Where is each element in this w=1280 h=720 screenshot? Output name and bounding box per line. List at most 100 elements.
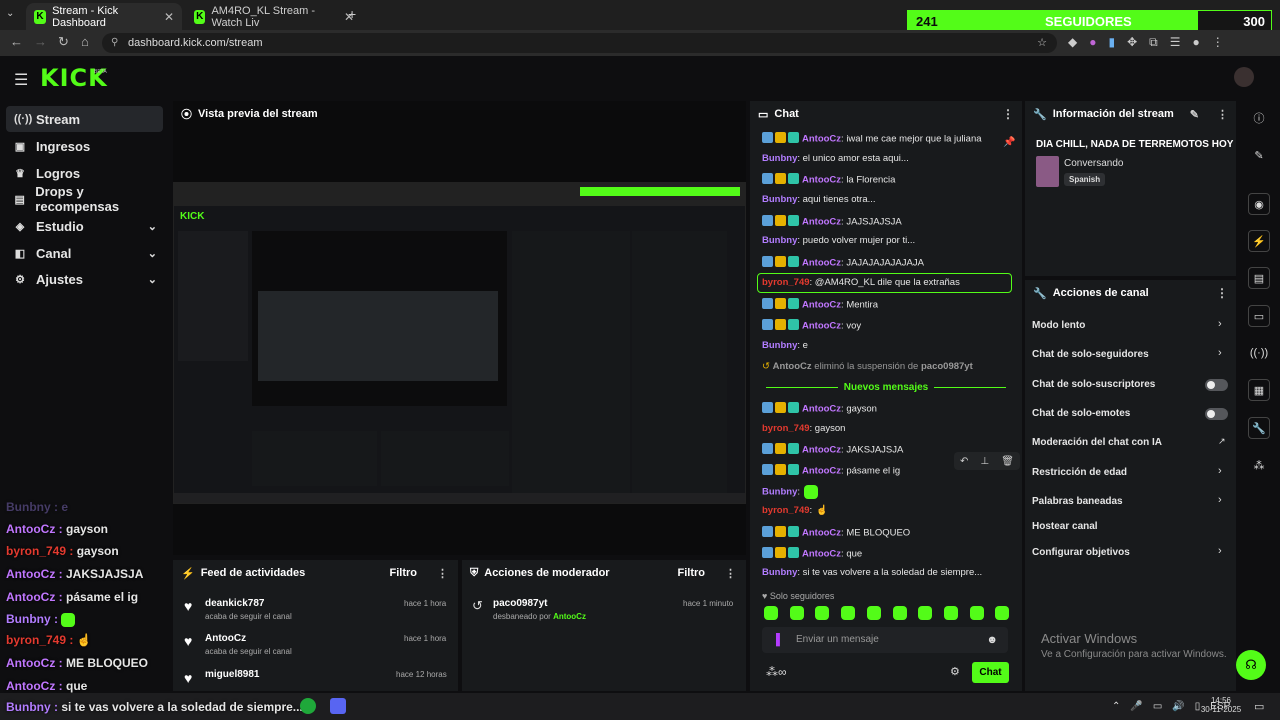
delete-icon[interactable]: 🗑	[1001, 456, 1014, 467]
chat-message[interactable]: AntooCz: la Florencia	[762, 173, 895, 187]
microphone-icon[interactable]: 🎤	[1130, 701, 1142, 712]
channel-action-item[interactable]: Moderación del chat con IA	[1032, 437, 1162, 448]
close-icon[interactable]: ✕	[164, 10, 174, 24]
chat-message[interactable]: Bunbny: e	[762, 340, 808, 351]
community-icon[interactable]: ⁂∞	[766, 665, 787, 679]
emote-icon[interactable]	[815, 606, 830, 620]
more-icon[interactable]: ⋮	[1216, 286, 1228, 300]
chat-username[interactable]: AntooCz	[802, 466, 841, 477]
chat-username[interactable]: AntooCz	[802, 445, 841, 456]
chat-username[interactable]: AntooCz	[802, 175, 841, 186]
community-icon[interactable]: ⁂	[1248, 454, 1270, 476]
chat-message[interactable]: Bunbny: puedo volver mujer por ti...	[762, 235, 915, 246]
pin-icon[interactable]: 📌	[1003, 137, 1015, 148]
chat-message[interactable]: AntooCz: iwal me cae mejor que la julian…	[762, 132, 982, 146]
chat-message[interactable]: Bunbny: aqui tienes otra...	[762, 194, 876, 205]
chat-username[interactable]: byron_749	[762, 277, 810, 288]
notifications-icon[interactable]: ▭	[1254, 700, 1264, 713]
chat-message[interactable]: Bunbny: el unico amor esta aqui...	[762, 153, 909, 164]
toggle-switch[interactable]	[1205, 408, 1228, 420]
sidebar-item-stream[interactable]: ((·)) Stream	[6, 106, 163, 132]
emote-icon[interactable]	[789, 606, 804, 620]
mod-item-name[interactable]: paco0987yt	[493, 598, 547, 609]
emote-icon[interactable]	[892, 606, 907, 620]
emoji-icon[interactable]: ☻	[986, 627, 998, 653]
forward-icon[interactable]: →	[34, 34, 47, 49]
whatsapp-icon[interactable]	[300, 698, 316, 714]
channel-action-item[interactable]: Modo lento	[1032, 320, 1085, 331]
microphone-icon[interactable]: ▌	[776, 627, 784, 653]
feed-item-name[interactable]: miguel8981	[205, 669, 259, 680]
chevron-right-icon[interactable]: ›	[1218, 494, 1222, 506]
lightning-icon[interactable]: ⚡	[1248, 230, 1270, 252]
mod-filter-button[interactable]: Filtro	[678, 567, 706, 579]
chat-username[interactable]: AntooCz	[802, 217, 841, 228]
more-icon[interactable]: ⋮	[725, 567, 736, 580]
chat-username[interactable]: Bunbny	[762, 567, 797, 578]
feed-item-name[interactable]: deankick787	[205, 598, 265, 609]
emote-icon[interactable]	[995, 606, 1010, 620]
channel-action-item[interactable]: Chat de solo-emotes	[1032, 408, 1130, 419]
edit-pencil-icon[interactable]: ✎	[1190, 108, 1199, 121]
chat-message[interactable]: byron_749: ☝	[762, 505, 828, 516]
sidebar-item-drops[interactable]: ▤ Drops y recompensas	[6, 184, 163, 214]
chat-username[interactable]: Bunbny	[762, 153, 797, 164]
chat-username[interactable]: byron_749	[762, 423, 810, 434]
chat-message[interactable]: Bunbny: si te vas volvere a la soledad d…	[762, 567, 982, 578]
more-icon[interactable]: ⋮	[1212, 35, 1224, 50]
feed-item-name[interactable]: AntooCz	[205, 633, 246, 644]
back-icon[interactable]: ←	[10, 34, 23, 49]
edit-pencil-icon[interactable]: ✎	[1248, 144, 1270, 166]
menu-list-icon[interactable]: ☰	[1170, 35, 1181, 50]
chat-message[interactable]: AntooCz: pásame el ig	[762, 464, 900, 478]
clip-icon[interactable]: ◉	[1248, 193, 1270, 215]
wrench-icon[interactable]: 🔧	[1248, 417, 1270, 439]
hamburger-menu-icon[interactable]: ☰	[14, 70, 28, 90]
chevron-right-icon[interactable]: ›	[1218, 545, 1222, 557]
channel-action-item[interactable]: Chat de solo-seguidores	[1032, 349, 1149, 360]
chat-username[interactable]: AntooCz	[802, 404, 841, 415]
emote-icon[interactable]	[918, 606, 933, 620]
tab-dashboard[interactable]: K Stream - Kick Dashboard ✕	[26, 3, 182, 30]
chat-username[interactable]: AntooCz	[802, 258, 841, 269]
emote-icon[interactable]	[841, 606, 856, 620]
chat-username[interactable]: AntooCz	[802, 321, 841, 332]
site-info-icon[interactable]: ⚲	[111, 33, 118, 53]
reply-icon[interactable]: ↶	[960, 456, 968, 467]
more-icon[interactable]: ⋮	[437, 567, 448, 580]
chat-message[interactable]: AntooCz: gayson	[762, 402, 877, 416]
document-icon[interactable]: ▤	[1248, 267, 1270, 289]
external-link-icon[interactable]: ↗	[1218, 436, 1226, 447]
channel-action-item[interactable]: Configurar objetivos	[1032, 547, 1130, 558]
channel-action-item[interactable]: Hostear canal	[1032, 521, 1098, 532]
chat-message[interactable]: AntooCz: JAKSJAJSJA	[762, 443, 903, 457]
clock[interactable]: 14:56 30-11-2025	[1200, 696, 1242, 714]
channel-action-item[interactable]: Restricción de edad	[1032, 467, 1127, 478]
toggle-switch[interactable]	[1205, 379, 1228, 391]
translate-icon[interactable]: ⧉	[1149, 35, 1158, 50]
address-bar[interactable]: ⚲ dashboard.kick.com/stream ☆	[102, 33, 1057, 53]
volume-icon[interactable]: 🔊	[1172, 701, 1184, 712]
emote-icon[interactable]	[969, 606, 984, 620]
extension-icon[interactable]: ●	[1089, 35, 1096, 50]
chevron-right-icon[interactable]: ›	[1218, 465, 1222, 477]
chat-message[interactable]: AntooCz: JAJSJAJSJA	[762, 215, 902, 229]
chat-message[interactable]: byron_749: @AM4RO_KL dile que la extraña…	[762, 277, 960, 288]
app-icon[interactable]	[330, 698, 346, 714]
layout-icon[interactable]: ▦	[1248, 379, 1270, 401]
chevron-right-icon[interactable]: ›	[1218, 318, 1222, 330]
profile-icon[interactable]: ●	[1193, 35, 1200, 50]
chat-username[interactable]: AntooCz	[802, 134, 841, 145]
chat-message[interactable]: AntooCz: que	[762, 547, 862, 561]
chat-username[interactable]: AntooCz	[802, 549, 841, 560]
chat-message[interactable]: AntooCz: Mentira	[762, 298, 878, 312]
category-name[interactable]: Conversando	[1064, 158, 1123, 169]
chevron-right-icon[interactable]: ›	[1218, 347, 1222, 359]
new-tab-icon[interactable]: +	[348, 6, 356, 22]
broadcast-icon[interactable]: ((·))	[1248, 342, 1270, 364]
chat-input[interactable]: Enviar un mensaje ▌ ☻	[762, 627, 1008, 653]
settings-gear-icon[interactable]: ⚙	[950, 665, 960, 678]
sidebar-item-canal[interactable]: ◧ Canal ⌄	[6, 240, 163, 266]
more-icon[interactable]: ⋮	[1002, 107, 1014, 121]
feed-filter-button[interactable]: Filtro	[390, 567, 418, 579]
